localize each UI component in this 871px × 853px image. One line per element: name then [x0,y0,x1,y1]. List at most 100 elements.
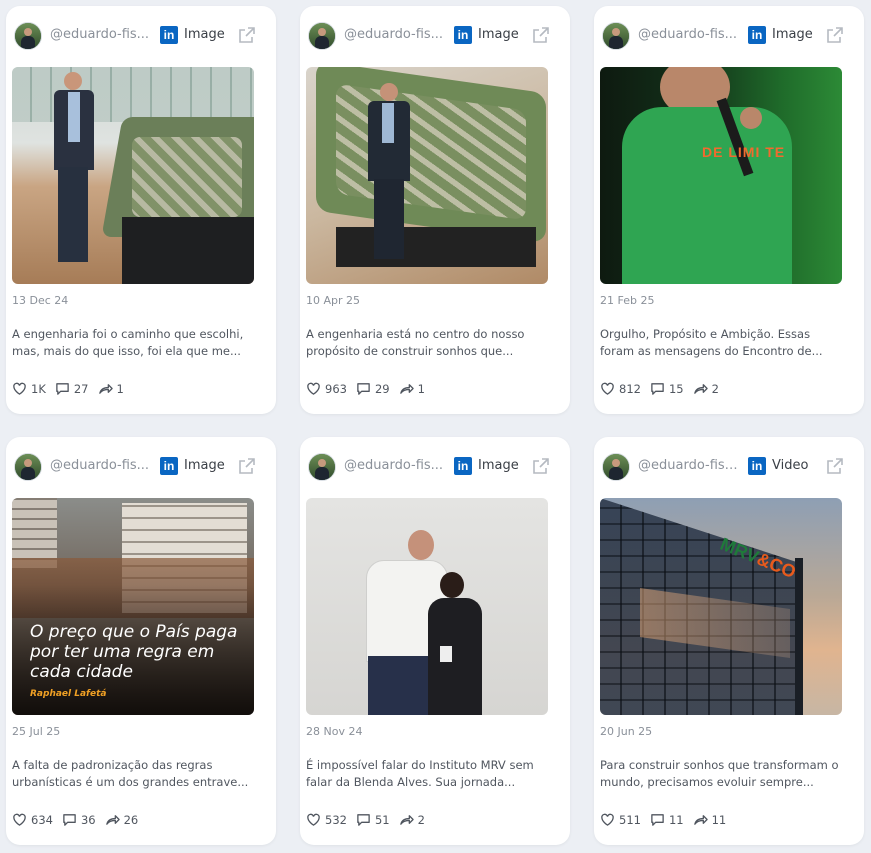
share-icon [399,815,414,825]
comment-icon [651,383,664,395]
post-video-thumbnail[interactable]: MRV&CO [600,498,842,715]
post-caption[interactable]: É impossível falar do Instituto MRV sem … [306,757,546,791]
shares-count: 26 [123,812,139,827]
post-type-label: Image [478,458,519,473]
avatar[interactable] [602,22,630,50]
post-type-label: Video [772,458,809,473]
likes-stat[interactable]: 634 [12,812,53,827]
shares-stat[interactable]: 26 [105,812,139,827]
post-caption[interactable]: A engenharia foi o caminho que escolhi, … [12,326,252,360]
post-caption[interactable]: A engenharia está no centro do nosso pro… [306,326,546,360]
shares-count: 11 [711,812,727,827]
linkedin-icon: in [454,457,472,475]
post-caption[interactable]: Para construir sonhos que transformam o … [600,757,840,791]
comments-stat[interactable]: 11 [650,812,684,827]
shares-stat[interactable]: 11 [693,812,727,827]
post-card[interactable]: @eduardo-fis... in Image 28 Nov 24 É imp… [300,437,570,845]
comments-stat[interactable]: 29 [356,381,390,396]
likes-count: 963 [325,381,347,396]
post-header: @eduardo-fis... in Image [6,437,276,497]
comments-stat[interactable]: 27 [55,381,89,396]
share-icon [693,815,708,825]
comments-count: 11 [668,812,684,827]
post-card[interactable]: @eduardo-fisc... in Video MRV&CO 20 Jun … [594,437,864,845]
likes-stat[interactable]: 511 [600,812,641,827]
post-stats: 532 51 2 [306,812,434,827]
external-link-icon[interactable] [532,26,550,44]
post-card[interactable]: @eduardo-fis... in Image 10 Apr 25 A eng… [300,6,570,414]
post-card[interactable]: @eduardo-fis... in Image 13 Dec 24 A eng… [6,6,276,414]
image-overlay-author: Raphael Lafetá [30,689,107,699]
post-card[interactable]: @eduardo-fis... in Image O preço que o P… [6,437,276,845]
comments-stat[interactable]: 36 [62,812,96,827]
post-date: 10 Apr 25 [306,294,361,307]
author-handle[interactable]: @eduardo-fis... [50,27,152,42]
linkedin-icon: in [748,26,766,44]
shares-stat[interactable]: 2 [399,812,425,827]
comment-icon [63,814,76,826]
post-stats: 963 29 1 [306,381,434,396]
post-card[interactable]: @eduardo-fis... in Image DE LIMI TE 21 F… [594,6,864,414]
post-caption[interactable]: Orgulho, Propósito e Ambição. Essas fora… [600,326,840,360]
post-caption[interactable]: A falta de padronização das regras urban… [12,757,252,791]
author-handle[interactable]: @eduardo-fis... [344,27,446,42]
post-image[interactable] [12,67,254,284]
post-stats: 812 15 2 [600,381,728,396]
comment-icon [357,383,370,395]
post-header: @eduardo-fis... in Image [594,6,864,66]
post-date: 13 Dec 24 [12,294,69,307]
share-icon [98,384,113,394]
shirt-text: DE LIMI TE [702,144,786,160]
post-stats: 1K 27 1 [12,381,133,396]
external-link-icon[interactable] [238,26,256,44]
post-date: 25 Jul 25 [12,725,61,738]
avatar[interactable] [14,453,42,481]
shares-count: 1 [417,381,425,396]
author-handle[interactable]: @eduardo-fis... [344,458,446,473]
post-date: 20 Jun 25 [600,725,653,738]
avatar[interactable] [602,453,630,481]
author-handle[interactable]: @eduardo-fis... [638,27,740,42]
comments-count: 15 [668,381,684,396]
likes-stat[interactable]: 812 [600,381,641,396]
avatar[interactable] [308,22,336,50]
comments-count: 27 [73,381,89,396]
post-image[interactable] [306,67,548,284]
shares-stat[interactable]: 1 [98,381,124,396]
external-link-icon[interactable] [826,26,844,44]
post-type-label: Image [184,27,225,42]
heart-icon [13,382,26,395]
linkedin-icon: in [454,26,472,44]
comments-count: 51 [374,812,390,827]
comments-stat[interactable]: 15 [650,381,684,396]
post-type-label: Image [478,27,519,42]
shares-stat[interactable]: 2 [693,381,719,396]
post-image[interactable]: DE LIMI TE [600,67,842,284]
external-link-icon[interactable] [826,457,844,475]
comment-icon [357,814,370,826]
heart-icon [13,813,26,826]
post-header: @eduardo-fis... in Image [6,6,276,66]
likes-count: 532 [325,812,347,827]
heart-icon [307,382,320,395]
comment-icon [651,814,664,826]
post-header: @eduardo-fis... in Image [300,437,570,497]
likes-stat[interactable]: 532 [306,812,347,827]
comments-count: 36 [80,812,96,827]
image-overlay-title: O preço que o País paga por ter uma regr… [30,622,238,682]
likes-stat[interactable]: 1K [12,381,46,396]
post-type-label: Image [772,27,813,42]
heart-icon [601,382,614,395]
shares-stat[interactable]: 1 [399,381,425,396]
external-link-icon[interactable] [238,457,256,475]
comments-stat[interactable]: 51 [356,812,390,827]
author-handle[interactable]: @eduardo-fis... [50,458,152,473]
author-handle[interactable]: @eduardo-fisc... [638,458,740,473]
avatar[interactable] [308,453,336,481]
post-image[interactable] [306,498,548,715]
external-link-icon[interactable] [532,457,550,475]
avatar[interactable] [14,22,42,50]
likes-count: 1K [31,381,46,396]
likes-stat[interactable]: 963 [306,381,347,396]
post-image[interactable]: O preço que o País paga por ter uma regr… [12,498,254,715]
